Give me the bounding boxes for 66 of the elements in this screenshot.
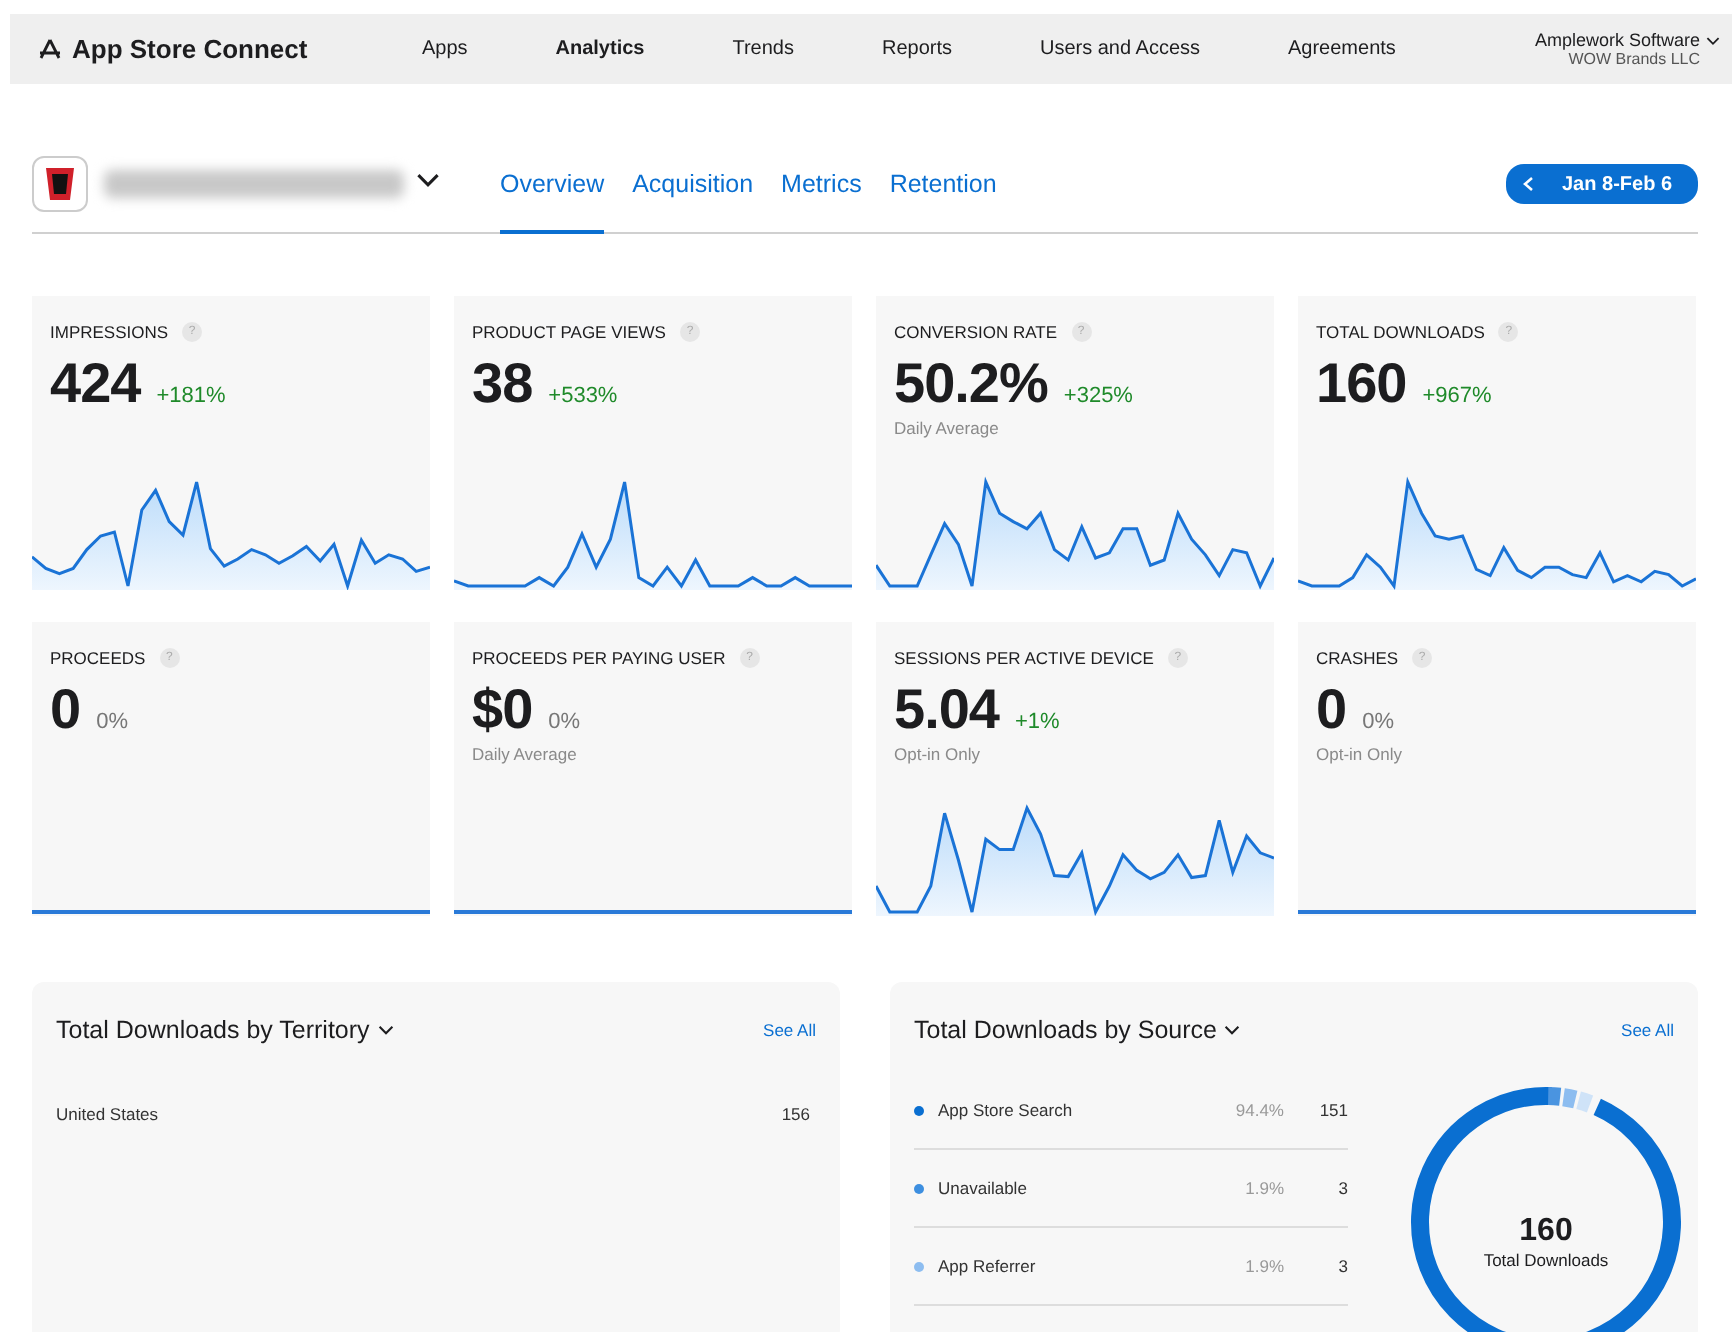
source-name: App Referrer: [938, 1256, 1038, 1276]
see-all-link[interactable]: See All: [1621, 1020, 1674, 1040]
organization-name: WOW Brands LLC: [1568, 50, 1702, 68]
date-range-button[interactable]: Jan 8-Feb 6: [1506, 164, 1698, 204]
app-store-logo-icon: [38, 37, 62, 61]
nav-link[interactable]: Agreements: [1288, 38, 1396, 60]
territory-name: United States: [56, 1104, 159, 1124]
panel-title[interactable]: Total Downloads by Source: [914, 1016, 1217, 1044]
metric-value: 0: [50, 678, 81, 742]
source-count: 3: [1336, 1256, 1348, 1276]
see-all-link[interactable]: See All: [763, 1020, 816, 1040]
brand-name: App Store Connect: [72, 34, 308, 64]
chevron-down-icon: [416, 168, 440, 192]
nav-link[interactable]: Apps: [421, 38, 468, 60]
chevron-down-icon: [1706, 33, 1720, 47]
metric-note: Daily Average: [470, 742, 579, 764]
source-share: 94.4%: [1233, 1100, 1284, 1120]
metric-note: Opt-in Only: [1314, 742, 1404, 764]
metric-title: PROCEEDS PER PAYING USER: [472, 648, 726, 668]
metric-title: SESSIONS PER ACTIVE DEVICE: [894, 648, 1154, 668]
metric-value: 38: [472, 352, 533, 416]
metric-title: PRODUCT PAGE VIEWS: [472, 322, 666, 342]
metric-value: 50.2%: [894, 352, 1048, 416]
metric-value: $0: [472, 678, 533, 742]
tab[interactable]: Acquisition: [632, 136, 754, 234]
tab[interactable]: Overview: [500, 136, 605, 234]
source-name: Unavailable: [938, 1178, 1029, 1198]
source-share: 1.9%: [1243, 1178, 1284, 1198]
chevron-down-icon: [377, 1022, 394, 1038]
donut-label: Total Downloads: [1483, 1250, 1609, 1270]
metric-value: 5.04: [894, 678, 999, 742]
metric-note: Daily Average: [892, 416, 1001, 438]
nav-link[interactable]: Trends: [732, 38, 794, 60]
metric-title: TOTAL DOWNLOADS: [1316, 322, 1485, 342]
metric-title: CONVERSION RATE: [894, 322, 1058, 342]
metric-value: 160: [1316, 352, 1407, 416]
metric-change: +1%: [1015, 710, 1060, 734]
source-share: 1.9%: [1243, 1256, 1284, 1276]
source-name: App Store Search: [938, 1100, 1075, 1120]
metric-change: 0%: [96, 710, 128, 734]
metric-value: 424: [50, 352, 141, 416]
metric-change: +967%: [1422, 384, 1492, 408]
metric-value: 0: [1316, 678, 1347, 742]
metric-change: 0%: [548, 710, 581, 734]
metric-change: +181%: [156, 384, 226, 408]
panel-title[interactable]: Total Downloads by Territory: [56, 1016, 370, 1044]
nav-link[interactable]: Analytics: [555, 38, 645, 60]
chevron-down-icon: [1224, 1022, 1241, 1038]
nav-link[interactable]: Users and Access: [1039, 38, 1201, 60]
chevron-left-icon: [1522, 176, 1534, 192]
download-count: 156: [781, 1104, 810, 1124]
metric-change: 0%: [1362, 710, 1394, 734]
metric-note: Opt-in Only: [892, 742, 982, 764]
source-count: 3: [1336, 1178, 1348, 1198]
metric-title: CRASHES: [1316, 648, 1399, 668]
app-icon: [32, 156, 88, 212]
metric-title: IMPRESSIONS: [50, 322, 169, 342]
metric-title: PROCEEDS: [50, 648, 146, 668]
tab[interactable]: Retention: [889, 136, 997, 234]
account-name[interactable]: Amplework Software: [1534, 30, 1720, 50]
tab[interactable]: Metrics: [781, 136, 862, 234]
metric-change: +325%: [1063, 384, 1133, 408]
donut-total: 160: [1519, 1214, 1573, 1250]
source-count: 151: [1317, 1100, 1348, 1120]
nav-link[interactable]: Reports: [881, 38, 952, 60]
metric-change: +533%: [548, 384, 618, 408]
